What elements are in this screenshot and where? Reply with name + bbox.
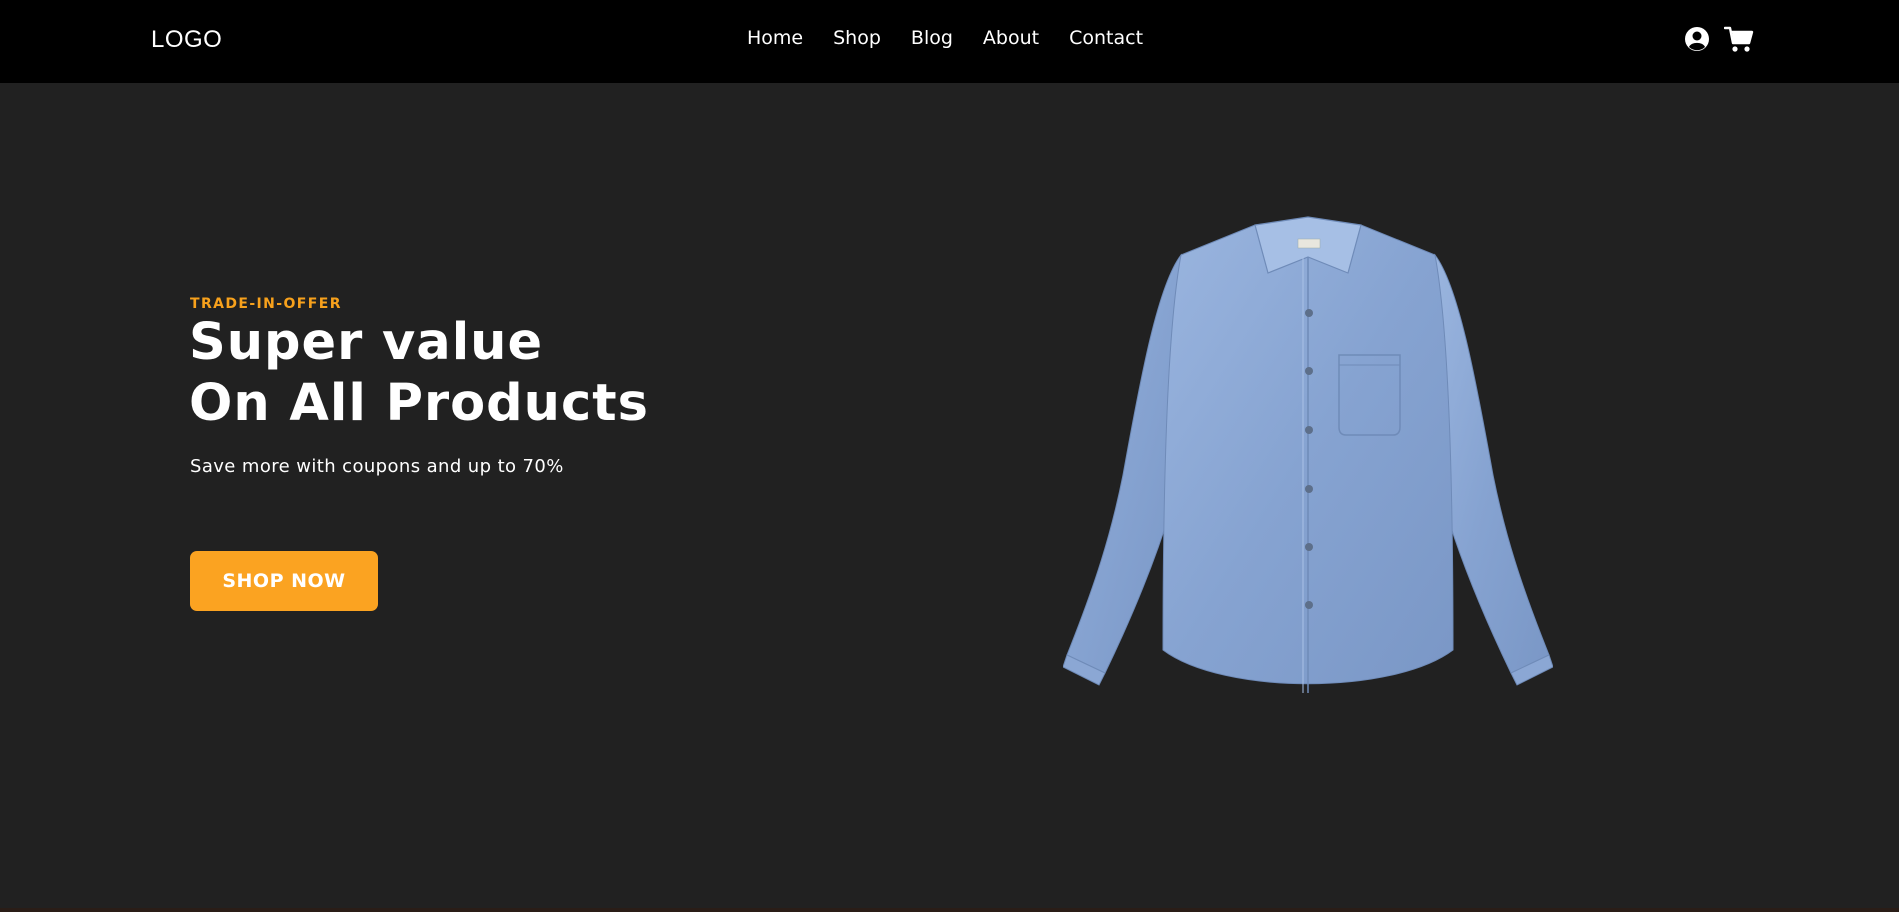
nav-link-blog[interactable]: Blog	[911, 27, 953, 49]
product-image-denim-shirt	[1062, 205, 1554, 700]
user-circle-icon[interactable]	[1684, 26, 1710, 56]
nav-icon-group	[1684, 25, 1754, 57]
nav-link-contact[interactable]: Contact	[1069, 27, 1143, 49]
hero-section	[0, 83, 1899, 912]
top-navbar: LOGO Home Shop Blog About Contact	[0, 0, 1899, 83]
hero-headline: Super value On All Products	[189, 312, 649, 434]
shop-now-button[interactable]: SHOP NOW	[190, 551, 378, 611]
bottom-divider	[0, 908, 1899, 912]
nav-link-shop[interactable]: Shop	[833, 27, 881, 49]
nav-link-about[interactable]: About	[983, 27, 1039, 49]
nav-link-home[interactable]: Home	[747, 27, 803, 49]
shopping-cart-icon[interactable]	[1723, 25, 1754, 57]
hero-headline-line2: On All Products	[189, 374, 649, 433]
hero-headline-line1: Super value	[189, 313, 544, 372]
site-logo[interactable]: LOGO	[151, 26, 222, 54]
hero-subtitle: Save more with coupons and up to 70%	[190, 456, 564, 477]
main-nav: Home Shop Blog About Contact	[747, 27, 1173, 49]
hero-eyebrow: TRADE-IN-OFFER	[190, 296, 342, 312]
